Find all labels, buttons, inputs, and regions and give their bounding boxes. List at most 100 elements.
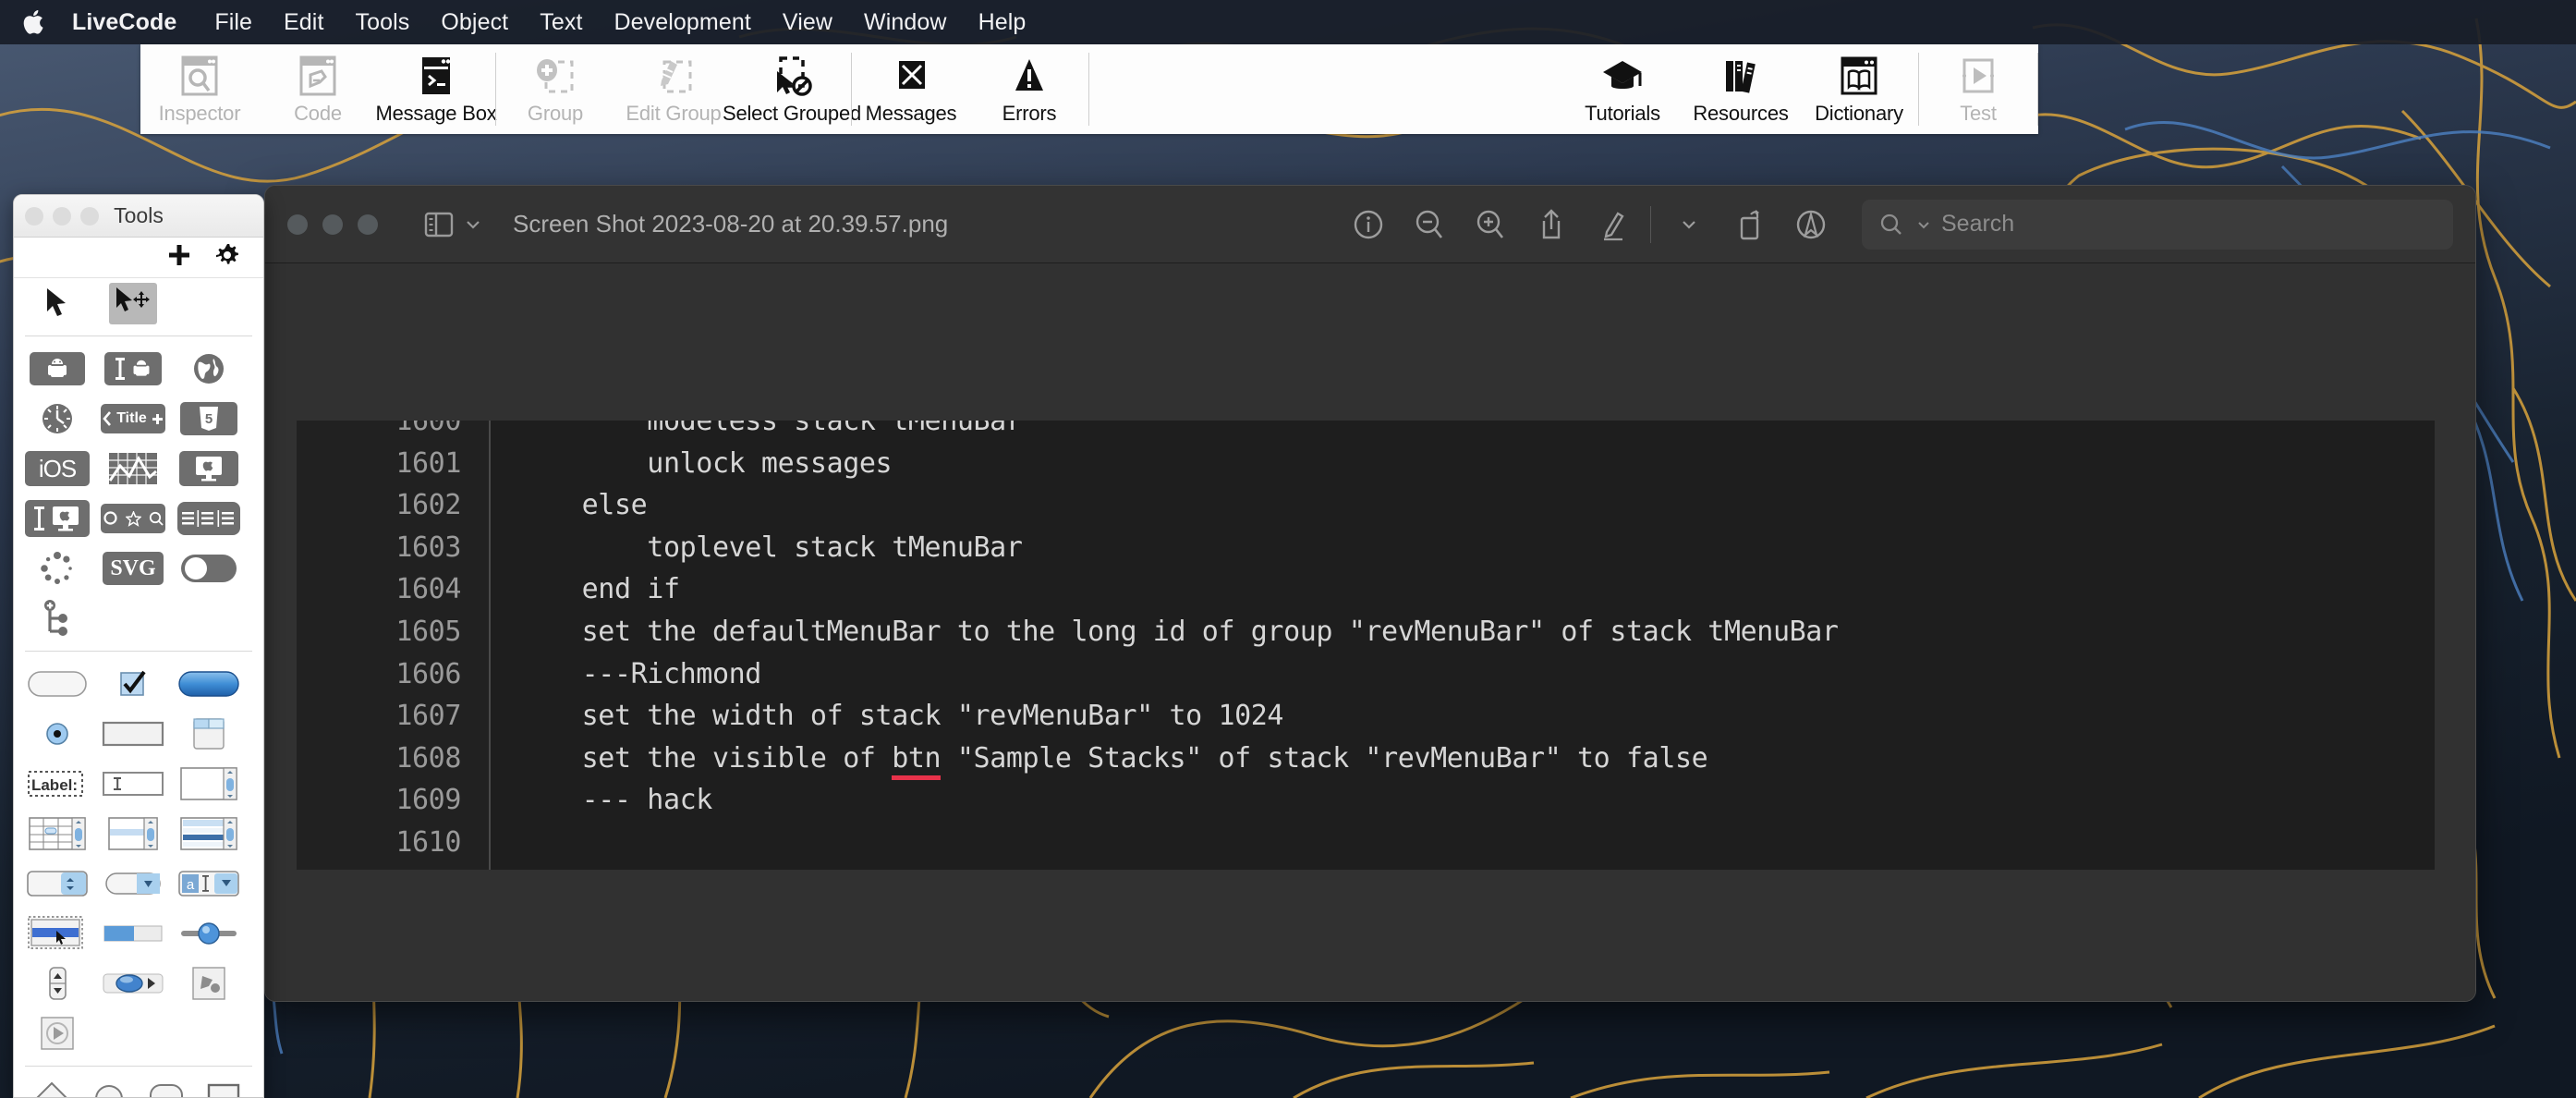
toolbar-button-message-box[interactable]: Message Box [375, 44, 497, 134]
info-button[interactable] [1338, 194, 1399, 255]
tool-player[interactable] [171, 962, 247, 1005]
tools-pointer-row [14, 278, 263, 328]
tool-navigation-bar[interactable]: Title [95, 397, 171, 440]
toolbar-button-errors[interactable]: Errors [970, 44, 1088, 134]
toolbar-button-code[interactable]: Code [259, 44, 377, 134]
tool-slider[interactable] [171, 912, 247, 955]
tools-settings-button[interactable] [213, 241, 241, 274]
toolbar-button-dictionary[interactable]: Dictionary [1800, 44, 1918, 134]
tool-switch-toggle[interactable] [171, 547, 247, 590]
maximize-button[interactable] [358, 214, 378, 235]
tool-mac-native-field[interactable] [19, 497, 95, 540]
tool-tab-panel[interactable] [171, 713, 247, 755]
toolbar-button-tutorials[interactable]: Tutorials [1563, 44, 1682, 134]
search-chevron-down-icon [1918, 221, 1929, 228]
tool-stepper[interactable] [19, 862, 95, 905]
annotate-button[interactable] [1780, 194, 1841, 255]
preview-titlebar[interactable]: Screen Shot 2023-08-20 at 20.39.57.png S… [265, 186, 2475, 263]
close-button[interactable] [287, 214, 308, 235]
menu-item-livecode[interactable]: LiveCode [72, 0, 199, 44]
share-button[interactable] [1521, 194, 1582, 255]
tool-list-field[interactable] [95, 812, 171, 855]
toolbar-button-edit-group[interactable]: Edit Group [614, 44, 733, 134]
toolbar-button-messages[interactable]: Messages [852, 44, 970, 134]
toolbar-button-group[interactable]: Group [496, 44, 614, 134]
tool-header-bar[interactable] [95, 497, 171, 540]
toolbar-group-help: Tutorials Resources Dictionary [1563, 44, 1918, 134]
sidebar-toggle-button[interactable] [424, 211, 481, 238]
tool-scrollbar[interactable] [95, 962, 171, 1005]
tool-label-field[interactable]: Label: [19, 762, 95, 805]
tool-svg[interactable]: SVG [95, 547, 171, 590]
toolbar-button-test[interactable]: Test [1919, 44, 2037, 134]
tools-maximize-button[interactable] [80, 206, 99, 226]
tool-pulldown-menu[interactable] [19, 912, 95, 955]
line-number: 1602 [395, 489, 461, 522]
zoom-in-button[interactable] [1460, 194, 1521, 255]
tool-text-field[interactable] [95, 762, 171, 805]
markup-options-button[interactable] [1659, 194, 1719, 255]
menu-item-file[interactable]: File [199, 0, 268, 44]
tool-browser[interactable] [171, 348, 247, 390]
tool-rounded-button[interactable] [19, 663, 95, 705]
player-icon [192, 967, 225, 1000]
tool-rounded-rect-shape[interactable] [138, 1078, 195, 1097]
graduation-cap-icon [1599, 53, 1646, 99]
tool-combo-box[interactable]: a [171, 862, 247, 905]
tool-diamond-shape[interactable] [23, 1078, 80, 1097]
tool-html5[interactable]: 5 [171, 397, 247, 440]
menu-item-tools[interactable]: Tools [340, 0, 426, 44]
tool-ios[interactable]: iOS [19, 447, 95, 490]
tools-minimize-button[interactable] [53, 206, 71, 226]
tool-edit-pointer[interactable] [95, 282, 171, 324]
tool-oval-shape[interactable] [80, 1078, 138, 1097]
messages-x-icon [891, 53, 931, 99]
add-tool-button[interactable] [165, 241, 193, 274]
menu-item-object[interactable]: Object [425, 0, 524, 44]
tool-android-native-field[interactable] [95, 348, 171, 390]
menu-item-help[interactable]: Help [963, 0, 1042, 44]
tool-rectangle-shape[interactable] [195, 1078, 252, 1097]
search-field[interactable]: Search [1862, 199, 2453, 250]
preview-toolbar: Search [1338, 194, 2453, 255]
tool-mac-native-button[interactable] [171, 447, 247, 490]
tool-segmented-control[interactable] [171, 497, 247, 540]
menu-item-view[interactable]: View [767, 0, 848, 44]
tool-rectangle-button[interactable] [95, 713, 171, 755]
tools-close-button[interactable] [25, 206, 43, 226]
tools-widget-row-3: iOS [14, 444, 263, 494]
tool-checkbox[interactable] [95, 663, 171, 705]
zoom-out-button[interactable] [1399, 194, 1460, 255]
toolbar-button-resources[interactable]: Resources [1682, 44, 1800, 134]
tool-arrow-stepper[interactable] [19, 962, 95, 1005]
menu-item-development[interactable]: Development [598, 0, 766, 44]
video-player-icon [41, 1017, 74, 1050]
tool-arrow-pointer[interactable] [19, 282, 95, 324]
tool-android-native-button[interactable] [19, 348, 95, 390]
menu-item-text[interactable]: Text [524, 0, 598, 44]
menu-item-window[interactable]: Window [848, 0, 963, 44]
tool-progress-bar[interactable] [95, 912, 171, 955]
tool-video-player[interactable] [19, 1012, 95, 1055]
markup-button[interactable] [1582, 194, 1643, 255]
toolbar-button-select-grouped[interactable]: Select Grouped [723, 44, 861, 134]
tool-default-button[interactable] [171, 663, 247, 705]
menu-item-edit[interactable]: Edit [268, 0, 339, 44]
search-placeholder: Search [1941, 211, 2015, 237]
tools-palette-titlebar[interactable]: Tools [14, 195, 263, 238]
rotate-button[interactable] [1719, 194, 1780, 255]
tool-chart-graph[interactable] [95, 447, 171, 490]
apple-logo-icon[interactable] [20, 6, 48, 38]
tool-spinner[interactable] [19, 547, 95, 590]
tool-clock[interactable] [19, 397, 95, 440]
minimize-button[interactable] [322, 214, 343, 235]
tool-table-field[interactable] [19, 812, 95, 855]
tool-option-menu[interactable] [95, 862, 171, 905]
tool-data-grid[interactable] [171, 812, 247, 855]
tool-radio-button[interactable] [19, 713, 95, 755]
tool-scrolling-field[interactable] [171, 762, 247, 805]
diamond-shape-icon [36, 1081, 67, 1097]
spinner-icon [41, 552, 72, 584]
tool-tree-view[interactable] [19, 597, 95, 640]
toolbar-button-inspector[interactable]: Inspector [140, 44, 259, 134]
